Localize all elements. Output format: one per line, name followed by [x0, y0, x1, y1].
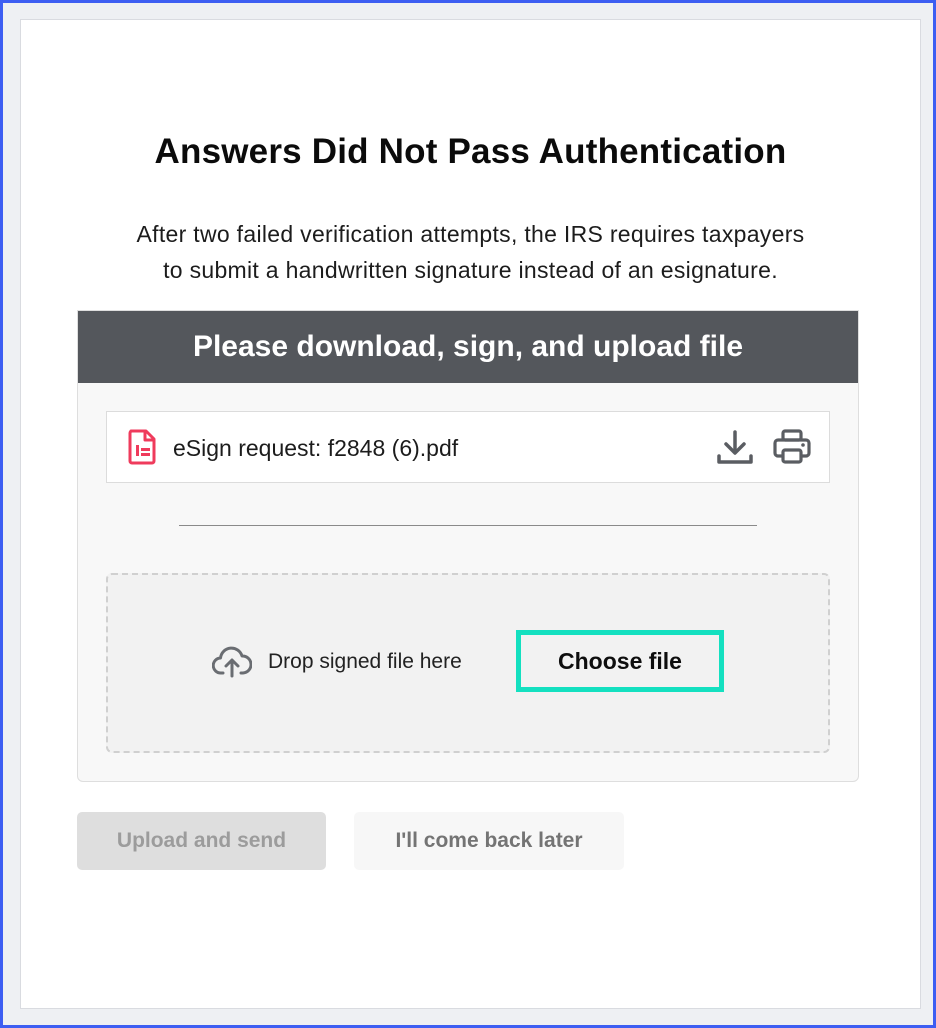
file-dropzone[interactable]: Drop signed file here Choose file: [106, 573, 830, 753]
come-back-later-button[interactable]: I'll come back later: [354, 812, 624, 870]
divider: [179, 525, 757, 526]
window-frame: Answers Did Not Pass Authentication Afte…: [0, 0, 936, 1028]
description-line-2: to submit a handwritten signature instea…: [163, 257, 778, 283]
page-description: After two failed verification attempts, …: [81, 216, 860, 288]
pdf-file-icon: [128, 429, 156, 465]
choose-file-button[interactable]: Choose file: [516, 630, 724, 692]
file-name[interactable]: eSign request: f2848 (6).pdf: [173, 412, 458, 484]
upload-and-send-button[interactable]: Upload and send: [77, 812, 326, 870]
file-row: eSign request: f2848 (6).pdf: [106, 411, 830, 483]
print-icon[interactable]: [773, 429, 811, 465]
panel-header: Please download, sign, and upload file: [78, 311, 858, 383]
cloud-upload-icon: [212, 646, 252, 678]
download-icon[interactable]: [715, 429, 755, 467]
upload-panel: Please download, sign, and upload file e…: [77, 310, 859, 782]
description-line-1: After two failed verification attempts, …: [136, 221, 805, 247]
dropzone-label: Drop signed file here: [268, 650, 462, 673]
page-title: Answers Did Not Pass Authentication: [154, 132, 787, 171]
